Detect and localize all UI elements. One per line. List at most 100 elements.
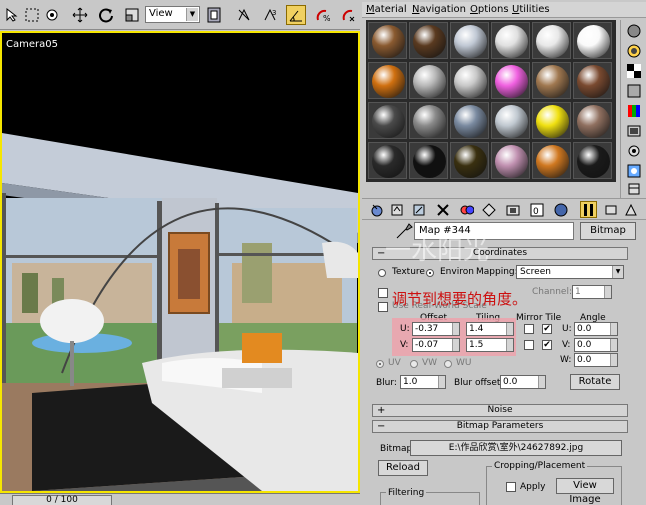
material-slot[interactable] bbox=[450, 142, 489, 179]
blur-spinner[interactable]: 1.0 bbox=[400, 375, 446, 389]
background-icon[interactable] bbox=[625, 62, 643, 80]
uv-radio[interactable] bbox=[376, 360, 384, 368]
scale-icon[interactable] bbox=[122, 5, 142, 25]
material-slot[interactable] bbox=[409, 102, 448, 139]
material-map-navigator-icon[interactable] bbox=[622, 201, 639, 218]
chevron-down-icon: ▼ bbox=[612, 266, 623, 278]
material-slot[interactable] bbox=[409, 62, 448, 99]
reset-map-icon[interactable] bbox=[434, 201, 451, 218]
angle-snap-icon[interactable] bbox=[286, 5, 306, 25]
u-offset-spinner[interactable]: -0.37 bbox=[412, 322, 460, 336]
u-tiling-spinner[interactable]: 1.4 bbox=[466, 322, 514, 336]
vw-radio[interactable] bbox=[410, 360, 418, 368]
backlight-icon[interactable] bbox=[625, 42, 643, 60]
material-slot[interactable] bbox=[491, 22, 530, 59]
rotate-button[interactable]: Rotate bbox=[570, 374, 620, 390]
material-slot[interactable] bbox=[573, 142, 612, 179]
pivot-icon[interactable] bbox=[204, 5, 224, 25]
material-slot[interactable] bbox=[532, 62, 571, 99]
viewport-label[interactable]: Camera05 bbox=[6, 39, 58, 50]
options-icon[interactable] bbox=[625, 142, 643, 160]
material-slot[interactable] bbox=[573, 22, 612, 59]
material-sphere bbox=[536, 65, 569, 98]
reference-coord-select[interactable]: View ▼ bbox=[145, 6, 200, 23]
material-slot[interactable] bbox=[450, 62, 489, 99]
make-unique-icon[interactable] bbox=[458, 201, 475, 218]
sample-type-icon[interactable] bbox=[625, 22, 643, 40]
material-slot[interactable] bbox=[368, 22, 407, 59]
v-tiling-spinner[interactable]: 1.5 bbox=[466, 338, 514, 352]
reload-button[interactable]: Reload bbox=[378, 460, 428, 476]
mapping-dropdown[interactable]: Screen ▼ bbox=[516, 265, 624, 279]
select-by-material-icon[interactable] bbox=[625, 162, 643, 180]
select-by-name-icon[interactable] bbox=[42, 5, 62, 25]
material-navigator-icon[interactable] bbox=[625, 180, 643, 198]
move-icon[interactable] bbox=[70, 5, 90, 25]
v-offset-spinner[interactable]: -0.07 bbox=[412, 338, 460, 352]
material-sphere bbox=[372, 145, 405, 178]
u-tile-checkbox[interactable]: ✔ bbox=[542, 324, 552, 334]
make-preview-icon[interactable] bbox=[625, 122, 643, 140]
camera-viewport[interactable]: Camera05 bbox=[0, 31, 360, 493]
noise-rollout-header[interactable]: + Noise bbox=[372, 404, 628, 417]
material-slot[interactable] bbox=[491, 102, 530, 139]
material-slot[interactable] bbox=[368, 142, 407, 179]
map-channel-spinner[interactable]: 1 bbox=[572, 285, 612, 299]
show-map-on-back-checkbox[interactable] bbox=[378, 288, 388, 298]
go-forward-to-sibling-icon[interactable] bbox=[602, 201, 619, 218]
texture-radio[interactable] bbox=[378, 269, 386, 277]
material-slot[interactable] bbox=[491, 62, 530, 99]
time-slider[interactable]: 0 / 100 bbox=[12, 495, 112, 505]
menu-utilities[interactable]: Utilities bbox=[512, 4, 550, 15]
environ-radio[interactable] bbox=[426, 269, 434, 277]
material-slot[interactable] bbox=[573, 62, 612, 99]
menu-options[interactable]: Options bbox=[470, 4, 509, 15]
material-slot[interactable] bbox=[491, 142, 530, 179]
axis-constraint-icon[interactable] bbox=[234, 5, 254, 25]
apply-checkbox[interactable] bbox=[506, 482, 516, 492]
material-slot[interactable] bbox=[532, 102, 571, 139]
u-mirror-checkbox[interactable] bbox=[524, 324, 534, 334]
assign-material-icon[interactable] bbox=[410, 201, 427, 218]
real-world-scale-checkbox[interactable] bbox=[378, 302, 388, 312]
bitmap-path-button[interactable]: E:\作品欣赏\室外\24627892.jpg bbox=[410, 440, 622, 456]
sample-uv-tiling-icon[interactable] bbox=[625, 82, 643, 100]
material-slot[interactable] bbox=[450, 102, 489, 139]
wu-radio[interactable] bbox=[444, 360, 452, 368]
view-image-button[interactable]: View Image bbox=[556, 478, 614, 505]
material-effects-channel-icon[interactable] bbox=[504, 201, 521, 218]
material-sphere bbox=[413, 25, 446, 58]
go-to-parent-icon[interactable] bbox=[580, 201, 597, 218]
blur-offset-spinner[interactable]: 0.0 bbox=[500, 375, 546, 389]
show-end-result-icon[interactable] bbox=[552, 201, 569, 218]
menu-navigation[interactable]: Navigation bbox=[412, 4, 466, 15]
material-slot[interactable] bbox=[532, 142, 571, 179]
select-region-icon[interactable] bbox=[22, 5, 42, 25]
get-material-icon[interactable] bbox=[368, 201, 385, 218]
put-to-library-icon[interactable] bbox=[480, 201, 497, 218]
v-angle-spinner[interactable]: 0.0 bbox=[574, 338, 618, 352]
v-mirror-checkbox[interactable] bbox=[524, 340, 534, 350]
svg-text:%: % bbox=[323, 14, 330, 23]
map-type-button[interactable]: Bitmap bbox=[580, 222, 636, 240]
w-angle-spinner[interactable]: 0.0 bbox=[574, 353, 618, 367]
u-angle-spinner[interactable]: 0.0 bbox=[574, 322, 618, 336]
show-map-in-viewport-icon[interactable]: 0 bbox=[528, 201, 545, 218]
video-color-check-icon[interactable] bbox=[625, 102, 643, 120]
material-slot[interactable] bbox=[532, 22, 571, 59]
material-slot[interactable] bbox=[368, 102, 407, 139]
material-slot[interactable] bbox=[409, 22, 448, 59]
material-slot[interactable] bbox=[450, 22, 489, 59]
material-slot[interactable] bbox=[409, 142, 448, 179]
bitmap-params-rollout-header[interactable]: − Bitmap Parameters bbox=[372, 420, 628, 433]
rotate-icon[interactable] bbox=[96, 5, 116, 25]
put-material-to-scene-icon[interactable] bbox=[388, 201, 405, 218]
material-slot[interactable] bbox=[368, 62, 407, 99]
select-object-icon[interactable] bbox=[2, 5, 22, 25]
spinner-snap-icon[interactable] bbox=[338, 5, 358, 25]
snap-toggle-icon[interactable]: 3 bbox=[260, 5, 280, 25]
percent-snap-icon[interactable]: % bbox=[312, 5, 332, 25]
menu-material[interactable]: Material bbox=[366, 4, 407, 15]
v-tile-checkbox[interactable]: ✔ bbox=[542, 340, 552, 350]
material-slot[interactable] bbox=[573, 102, 612, 139]
